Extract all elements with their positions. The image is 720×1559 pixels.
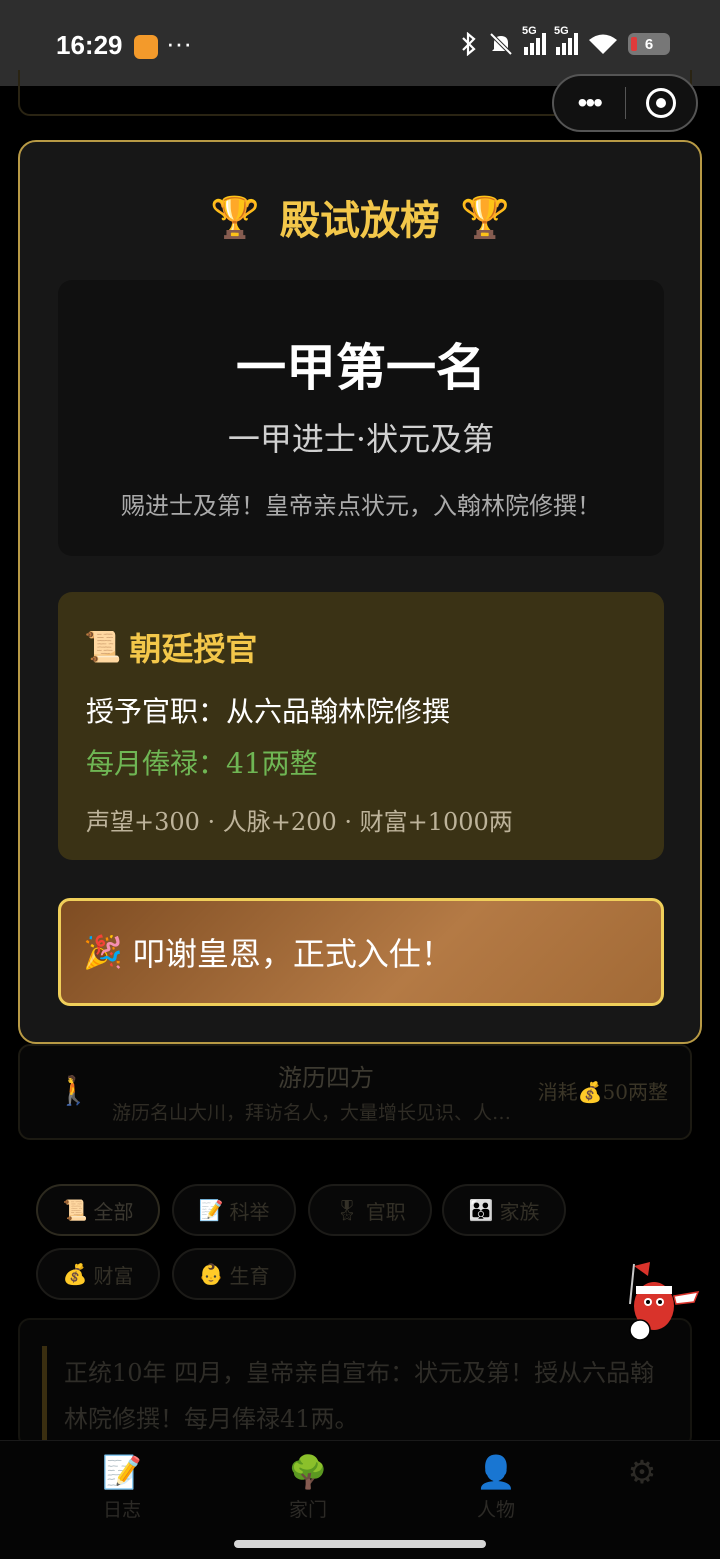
baby-icon: 👶	[198, 1262, 224, 1286]
chip-label: 科举	[229, 1199, 270, 1224]
app-notification-icon	[134, 35, 158, 59]
appointment-title: 📜 朝廷授官	[84, 624, 257, 670]
travel-title: 游历四方	[278, 1064, 374, 1092]
tab-label: 人物	[476, 1499, 515, 1521]
more-options-button[interactable]: •••	[554, 87, 625, 119]
rank-subtitle: 一甲进士·状元及第	[227, 420, 495, 458]
filter-chip-all[interactable]: 📜 全部	[36, 1184, 160, 1236]
scroll-icon: 📜	[62, 1198, 88, 1222]
battery-icon: 6	[628, 33, 670, 55]
appointment-position: 授予官职：从六品翰林院修撰	[86, 695, 451, 728]
gear-icon: ⚙	[627, 1453, 657, 1491]
tab-label: 家门	[288, 1499, 327, 1521]
more-notifications-icon: ···	[166, 28, 192, 58]
signal-icon-2: 5G	[554, 25, 578, 55]
tree-icon: 🌳	[288, 1453, 328, 1491]
battery-level: 6	[644, 35, 654, 53]
exam-result-modal: 🏆 殿试放榜 🏆 一甲第一名 一甲进士·状元及第 赐进士及第！皇帝亲点状元，入翰…	[18, 140, 702, 1044]
appointment-rewards: 声望+300 · 人脉+200 · 财富+1000两	[86, 808, 513, 836]
target-close-icon	[645, 88, 676, 118]
appointment-salary: 每月俸禄：41两整	[86, 747, 318, 780]
log-entry: 正统10年 四月，皇帝亲自宣布：状元及第！授从六品翰林院修撰！每月俸禄41两。	[18, 1318, 692, 1448]
log-accent-bar	[42, 1346, 47, 1446]
party-popper-icon: 🎉	[83, 933, 123, 971]
money-bag-icon: 💰	[62, 1262, 88, 1286]
home-indicator[interactable]	[234, 1540, 486, 1548]
filter-chip-wealth[interactable]: 💰 财富	[36, 1248, 160, 1300]
scroll-icon: 📜	[84, 629, 122, 665]
appointment-title-text: 朝廷授官	[129, 630, 258, 668]
confirm-enter-office-button[interactable]: 🎉 叩谢皇恩，正式入仕！	[58, 898, 664, 1006]
memo-icon: 📝	[198, 1198, 224, 1222]
tab-log[interactable]: 📝 日志	[62, 1453, 182, 1522]
tab-characters[interactable]: 👤 人物	[436, 1453, 556, 1522]
wifi-icon	[589, 34, 617, 54]
person-icon: 👤	[476, 1453, 516, 1491]
signal-icon: 5G	[522, 25, 546, 55]
trophy-icon: 🏆	[210, 194, 260, 241]
chip-label: 家族	[499, 1199, 540, 1224]
confirm-button-label: 叩谢皇恩，正式入仕！	[132, 935, 453, 973]
chip-label: 财富	[93, 1263, 134, 1288]
tab-settings[interactable]: ⚙	[582, 1453, 702, 1495]
travel-action-card[interactable]: 🚶 游历四方 游历名山大川，拜访名人，大量增长见识、人… 消耗💰50两整	[18, 1044, 692, 1140]
family-icon: 👪	[468, 1198, 494, 1222]
mute-icon	[489, 32, 513, 56]
tab-family[interactable]: 🌳 家门	[248, 1453, 368, 1522]
modal-title-text: 殿试放榜	[280, 197, 440, 244]
tab-label: 日志	[102, 1499, 141, 1521]
log-text: 正统10年 四月，皇帝亲自宣布：状元及第！授从六品翰林院修撰！每月俸禄41两。	[64, 1359, 655, 1433]
filter-chip-office[interactable]: 🎖 官职	[308, 1184, 432, 1236]
walking-icon: 🚶	[56, 1074, 91, 1107]
official-appointment-box: 📜 朝廷授官 授予官职：从六品翰林院修撰 每月俸禄：41两整 声望+300 · …	[58, 592, 664, 860]
status-icons: 5G 5G 6	[460, 25, 670, 56]
rank-title: 一甲第一名	[236, 338, 486, 397]
close-miniprogram-button[interactable]	[626, 88, 697, 118]
chip-label: 官职	[365, 1199, 406, 1224]
chip-label: 生育	[229, 1263, 270, 1288]
chip-label: 全部	[93, 1199, 134, 1224]
filter-chip-exam[interactable]: 📝 科举	[172, 1184, 296, 1236]
rank-result-box: 一甲第一名 一甲进士·状元及第 赐进士及第！皇帝亲点状元，入翰林院修撰！	[58, 280, 664, 556]
filter-chip-family[interactable]: 👪 家族	[442, 1184, 566, 1236]
trophy-icon: 🏆	[460, 194, 510, 241]
travel-cost: 消耗💰50两整	[537, 1080, 668, 1104]
filter-chip-birth[interactable]: 👶 生育	[172, 1248, 296, 1300]
medal-icon: 🎖	[334, 1198, 360, 1222]
miniprogram-capsule: •••	[552, 74, 698, 132]
memo-icon: 📝	[102, 1453, 142, 1491]
travel-description: 游历名山大川，拜访名人，大量增长见识、人…	[112, 1102, 512, 1124]
bluetooth-icon	[462, 32, 476, 56]
status-time: 16:29	[56, 30, 123, 60]
mascot-sticker-icon[interactable]	[612, 1256, 704, 1348]
rank-description: 赐进士及第！皇帝亲点状元，入翰林院修撰！	[121, 492, 601, 520]
modal-title: 🏆 殿试放榜 🏆	[20, 188, 700, 246]
